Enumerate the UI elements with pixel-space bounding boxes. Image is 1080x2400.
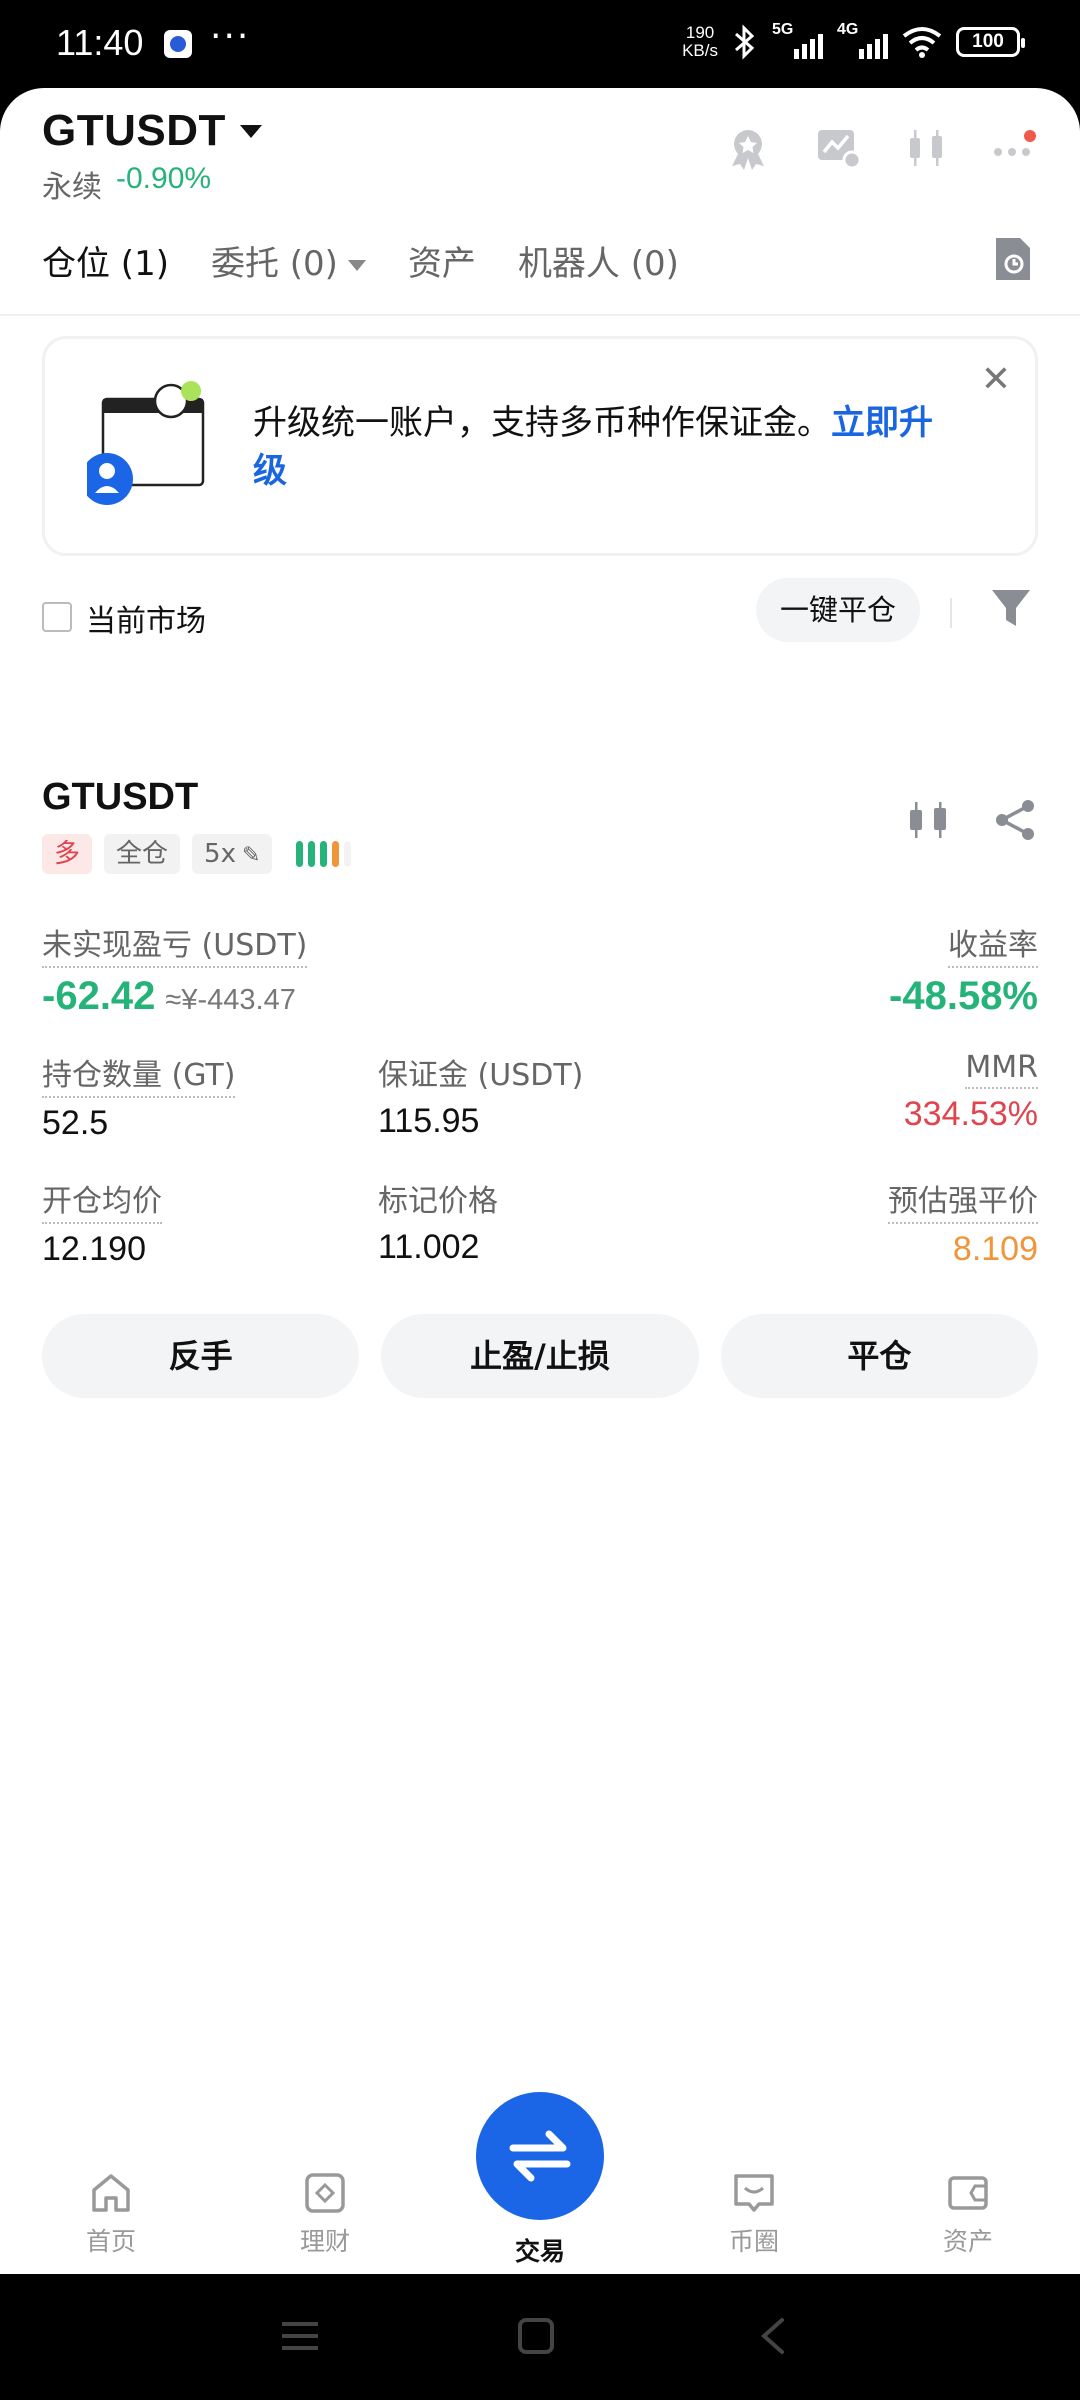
unrealized-pnl-value: -62.42: [42, 974, 156, 1018]
chevron-down-icon: [347, 260, 366, 271]
nav-finance[interactable]: 理财: [265, 2170, 385, 2258]
roe: 收益率 -48.58%: [889, 920, 1038, 1019]
chart-settings-icon[interactable]: [814, 126, 862, 170]
position-tags: 多 全仓 5x ✎: [42, 834, 352, 874]
pair-name: GTUSDT: [42, 106, 226, 155]
current-market-checkbox[interactable]: [42, 602, 72, 632]
wifi-icon: [902, 27, 942, 58]
candlestick-icon[interactable]: [906, 798, 950, 842]
mmr-value: 334.53%: [903, 1095, 1038, 1133]
position-action-buttons: 反手 止盈/止损 平仓: [42, 1314, 1038, 1398]
history-button[interactable]: [992, 236, 1032, 286]
share-icon[interactable]: [994, 798, 1038, 842]
margin-mode-tag: 全仓: [104, 834, 181, 874]
liquidation-price: 预估强平价 8.109: [888, 1176, 1038, 1269]
badge-icon[interactable]: [724, 124, 772, 172]
candlestick-icon[interactable]: [904, 126, 948, 170]
header-actions: [724, 124, 1038, 172]
filter-row: 当前市场 一键平仓: [42, 578, 1038, 654]
network-speed: 190 KB/s: [682, 23, 718, 60]
nav-home[interactable]: 首页: [51, 2170, 171, 2258]
entry-price-value: 12.190: [42, 1230, 146, 1268]
divider: [0, 314, 1080, 316]
finance-icon: [305, 2173, 345, 2213]
upgrade-banner[interactable]: 升级统一账户，支持多币种作保证金。立即升级 ✕: [42, 336, 1038, 556]
filter-icon[interactable]: [990, 586, 1032, 630]
position-symbol[interactable]: GTUSDT: [42, 776, 198, 819]
margin: 保证金 (USDT) 115.95: [378, 1058, 584, 1140]
bluetooth-icon: [735, 24, 755, 60]
contract-type: 永续: [42, 170, 102, 205]
tab-orders[interactable]: 委托 (0): [211, 236, 366, 285]
position-size: 持仓数量 (GT) 52.5: [42, 1050, 236, 1143]
unified-account-illustration: [87, 381, 205, 505]
signal-5g-icon: 5G: [772, 21, 823, 59]
banner-text: 升级统一账户，支持多币种作保证金。立即升级: [253, 403, 933, 491]
close-icon[interactable]: ✕: [981, 359, 1011, 400]
main-sheet: GTUSDT 永续 -0.90% 仓位 (1) 委托 (0) 资产 机器人 (0…: [0, 88, 1080, 2274]
status-bar: 11:40 ··· 190 KB/s 5G 4G 100: [0, 0, 1080, 90]
pair-subtitle: 永续 -0.90%: [42, 162, 211, 206]
wallet-icon: [948, 2176, 988, 2210]
nav-trade-label[interactable]: 交易: [480, 2232, 600, 2268]
home-button-icon[interactable]: [516, 2316, 556, 2356]
app-notification-icon: [164, 30, 192, 58]
unrealized-pnl-cny: ≈¥-443.47: [165, 984, 296, 1016]
risk-level-bars: [296, 841, 352, 867]
tab-assets[interactable]: 资产: [408, 236, 476, 285]
entry-price: 开仓均价 12.190: [42, 1176, 162, 1269]
nav-community[interactable]: 币圈: [694, 2170, 814, 2258]
clock: 11:40: [56, 22, 144, 63]
nav-assets[interactable]: 资产: [908, 2170, 1028, 2258]
back-icon[interactable]: [754, 2316, 794, 2356]
price-change: -0.90%: [116, 162, 212, 195]
mark-price-value: 11.002: [378, 1228, 480, 1266]
swap-icon: [509, 2130, 571, 2182]
unrealized-pnl: 未实现盈亏 (USDT) -62.42 ≈¥-443.47: [42, 920, 308, 1019]
bottom-nav: 首页 理财 交易 币圈 资产: [0, 2092, 1080, 2274]
position-tabs: 仓位 (1) 委托 (0) 资产 机器人 (0): [42, 236, 679, 285]
position-actions: [906, 798, 1038, 842]
close-position-button[interactable]: 平仓: [720, 1314, 1038, 1398]
pair-selector[interactable]: GTUSDT: [42, 106, 262, 156]
edit-icon: ✎: [241, 843, 261, 868]
tp-sl-button[interactable]: 止盈/止损: [381, 1314, 699, 1398]
more-notifications-icon: ···: [210, 16, 251, 57]
close-all-button[interactable]: 一键平仓: [755, 578, 920, 642]
mmr: MMR 334.53%: [903, 1050, 1038, 1133]
divider: [950, 598, 952, 628]
tab-bots[interactable]: 机器人 (0): [518, 236, 679, 285]
nav-trade-button[interactable]: [476, 2092, 604, 2220]
mark-price: 标记价格 11.002: [378, 1184, 498, 1266]
tab-positions[interactable]: 仓位 (1): [42, 236, 169, 285]
chevron-down-icon: [239, 124, 262, 138]
chat-icon: [734, 2174, 774, 2212]
home-icon: [92, 2174, 130, 2212]
liquidation-price-value: 8.109: [952, 1230, 1038, 1268]
current-market-label: 当前市场: [86, 604, 206, 639]
margin-value: 115.95: [378, 1102, 480, 1140]
system-nav-bar: [0, 2274, 1080, 2400]
side-tag: 多: [42, 834, 93, 874]
menu-icon[interactable]: [280, 2316, 320, 2356]
battery-icon: 100: [956, 27, 1025, 57]
signal-4g-icon: 4G: [837, 21, 888, 59]
reverse-button[interactable]: 反手: [42, 1314, 360, 1398]
history-document-icon: [996, 238, 1030, 280]
more-icon[interactable]: [990, 126, 1038, 170]
leverage-tag[interactable]: 5x ✎: [192, 834, 273, 874]
position-size-value: 52.5: [42, 1104, 109, 1142]
roe-value: -48.58%: [889, 974, 1038, 1018]
